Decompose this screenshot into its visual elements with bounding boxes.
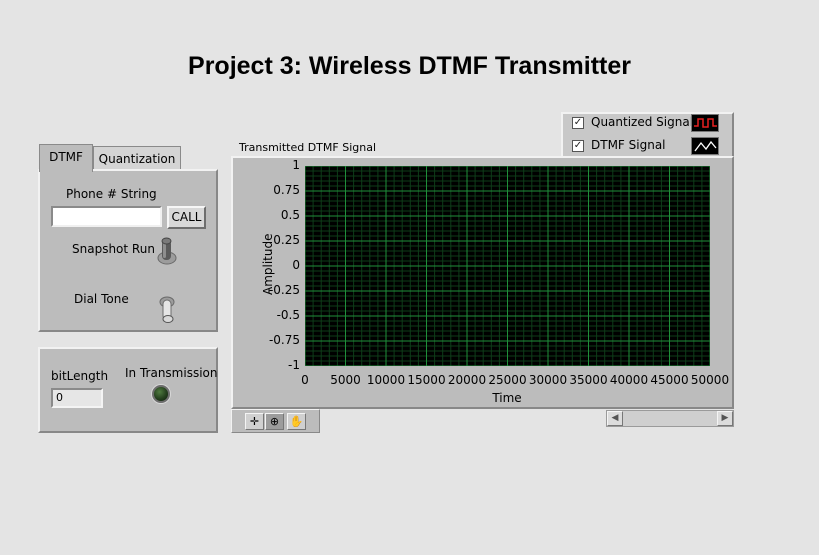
tab-quantization-label: Quantization <box>98 152 176 166</box>
crosshair-icon[interactable]: ✛ <box>245 413 264 430</box>
phone-string-input[interactable] <box>51 206 162 227</box>
scroll-right-icon[interactable]: ▶ <box>717 411 733 426</box>
horizontal-scrollbar[interactable] <box>606 410 734 427</box>
snapshot-run-toggle[interactable] <box>154 236 180 268</box>
y-tick-label: -1 <box>288 358 300 372</box>
dial-tone-toggle[interactable] <box>154 288 180 324</box>
y-axis-label: Amplitude <box>261 233 275 296</box>
plot-area[interactable] <box>304 165 711 367</box>
y-tick-label: -0.5 <box>276 308 300 322</box>
tab-dtmf[interactable]: DTMF <box>39 144 93 172</box>
y-tick-label: 1 <box>292 158 300 172</box>
y-tick-label: -0.75 <box>268 333 300 347</box>
square-wave-icon[interactable] <box>691 114 719 132</box>
y-tick-label: 0.75 <box>273 183 300 197</box>
legend-quantized-checkbox[interactable]: ✓ <box>572 117 584 129</box>
plot-grid <box>304 165 711 367</box>
dial-tone-label: Dial Tone <box>74 292 129 306</box>
legend-dtmf-label: DTMF Signal <box>591 138 666 152</box>
y-tick-label: 0.5 <box>280 208 300 222</box>
x-tick-label: 50000 <box>690 373 730 387</box>
bitlength-label: bitLength <box>51 369 109 383</box>
call-button[interactable]: CALL <box>167 206 206 229</box>
pan-hand-icon[interactable]: ✋ <box>287 413 306 430</box>
tab-quantization[interactable]: Quantization <box>93 146 181 170</box>
snapshot-run-label: Snapshot Run <box>72 242 155 256</box>
tab-dtmf-label: DTMF <box>49 150 83 164</box>
legend-dtmf-checkbox[interactable]: ✓ <box>572 140 584 152</box>
chart-title: Transmitted DTMF Signal <box>239 141 377 154</box>
bitlength-indicator: 0 <box>51 388 103 408</box>
in-transmission-label: In Transmission <box>125 366 218 380</box>
line-wave-icon[interactable] <box>691 137 719 155</box>
phone-string-label: Phone # String <box>66 187 157 201</box>
scroll-left-icon[interactable]: ◀ <box>607 411 623 426</box>
zoom-icon[interactable]: ⊕ <box>265 413 284 430</box>
page-title: Project 3: Wireless DTMF Transmitter <box>188 52 631 80</box>
in-transmission-led <box>152 385 170 403</box>
legend-quantized-label: Quantized Signal <box>591 115 694 129</box>
x-axis-label: Time <box>492 391 522 405</box>
